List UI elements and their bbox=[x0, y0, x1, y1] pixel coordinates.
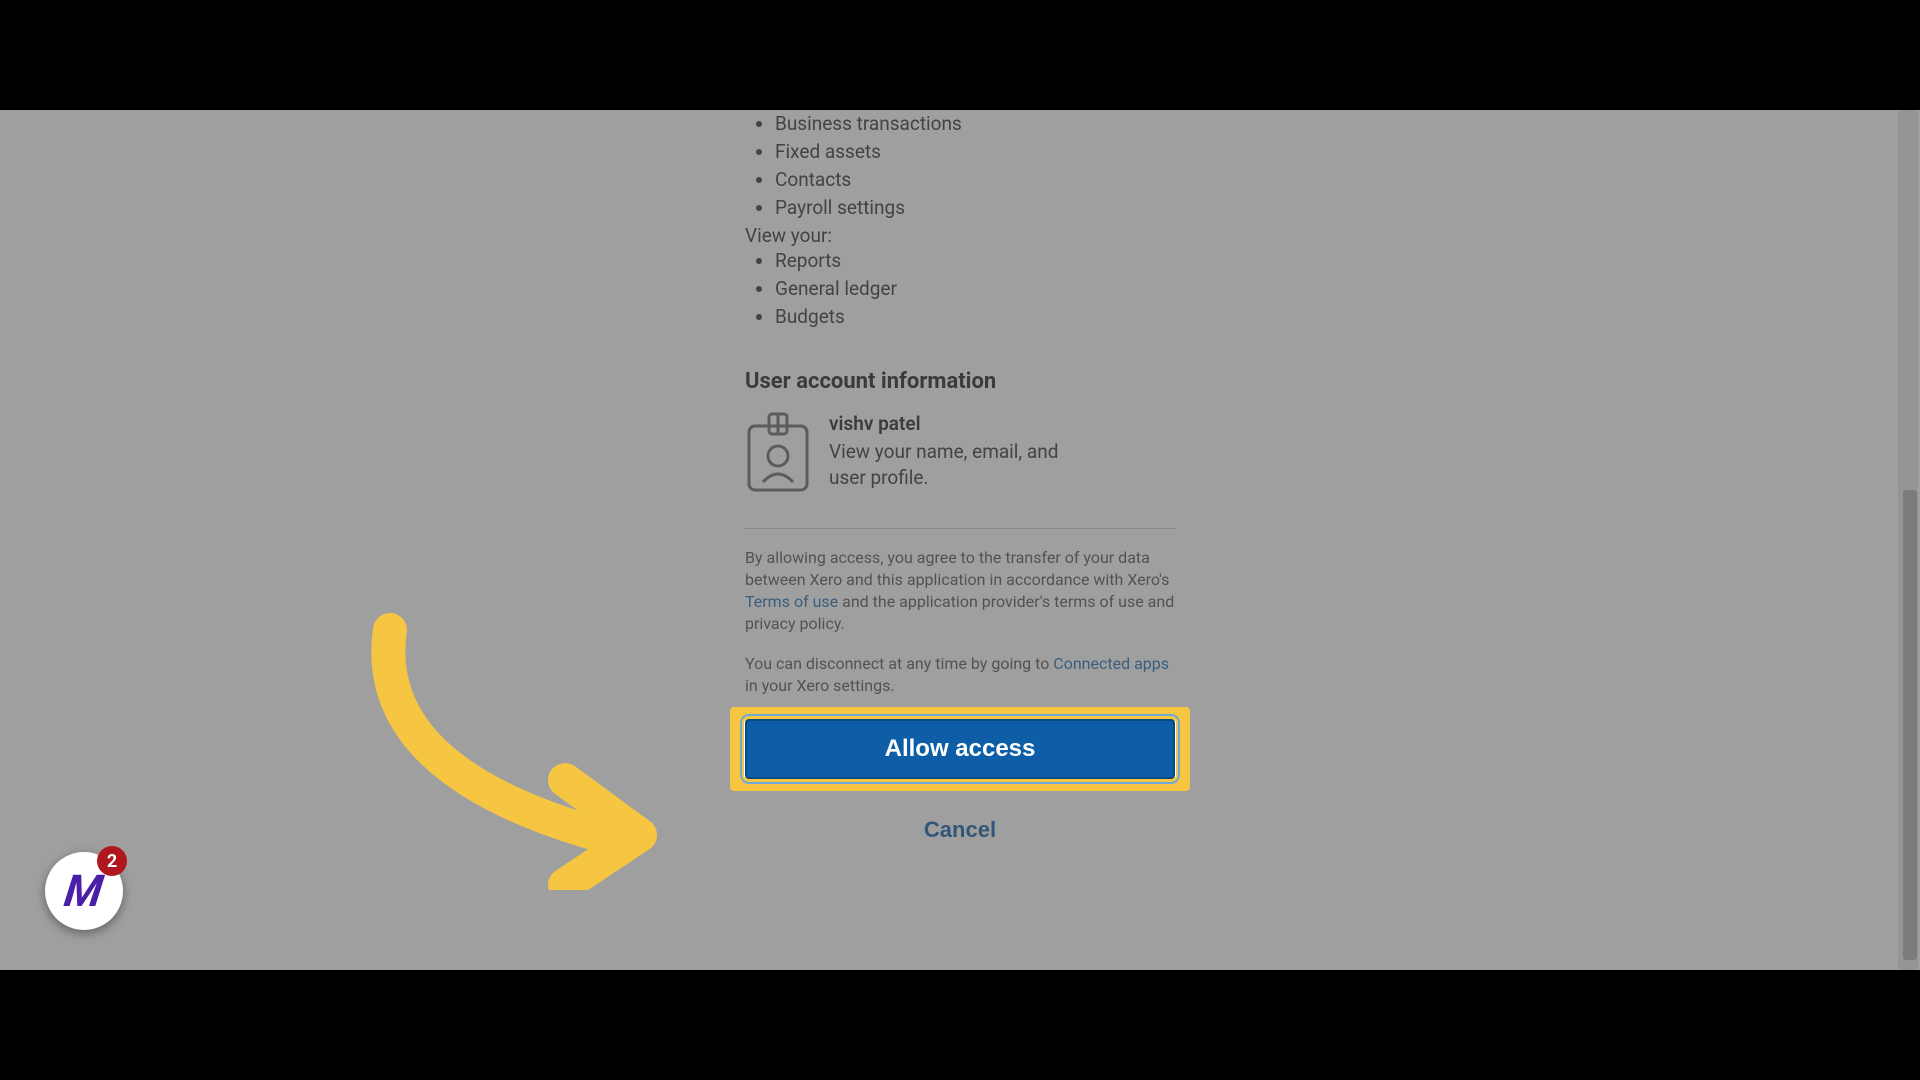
legal-prefix: By allowing access, you agree to the tra… bbox=[745, 548, 1169, 589]
terms-of-use-link[interactable]: Terms of use bbox=[745, 592, 838, 611]
consent-panel: Business transactions Fixed assets Conta… bbox=[745, 110, 1175, 963]
list-item: Business transactions bbox=[775, 110, 1175, 138]
list-item: Payroll settings bbox=[775, 194, 1175, 222]
view-label: View your: bbox=[745, 224, 1175, 247]
id-badge-icon bbox=[745, 412, 811, 498]
letterbox-bottom bbox=[0, 970, 1920, 1080]
edit-permissions-list: Business transactions Fixed assets Conta… bbox=[745, 110, 1175, 222]
allow-access-button[interactable]: Allow access bbox=[745, 719, 1175, 779]
app-viewport: Business transactions Fixed assets Conta… bbox=[0, 110, 1920, 970]
list-item: Budgets bbox=[775, 303, 1175, 331]
list-item: Reports bbox=[775, 247, 1175, 275]
content-scroll: Business transactions Fixed assets Conta… bbox=[0, 110, 1920, 970]
list-item: Fixed assets bbox=[775, 138, 1175, 166]
floating-action-button[interactable]: M 2 bbox=[45, 852, 123, 930]
legal-text: By allowing access, you agree to the tra… bbox=[745, 547, 1175, 635]
divider bbox=[745, 528, 1175, 529]
list-item: Contacts bbox=[775, 166, 1175, 194]
notification-badge: 2 bbox=[97, 846, 127, 876]
user-info-heading: User account information bbox=[745, 369, 1175, 394]
user-info-row: vishv patel View your name, email, and u… bbox=[745, 412, 1175, 498]
disconnect-suffix: in your Xero settings. bbox=[745, 676, 895, 695]
disconnect-prefix: You can disconnect at any time by going … bbox=[745, 654, 1053, 673]
scrollbar-thumb[interactable] bbox=[1903, 490, 1917, 960]
user-description: View your name, email, and user profile. bbox=[829, 439, 1089, 491]
list-item: General ledger bbox=[775, 275, 1175, 303]
user-name: vishv patel bbox=[829, 412, 1089, 435]
disconnect-text: You can disconnect at any time by going … bbox=[745, 653, 1175, 697]
app-logo-icon: M bbox=[62, 865, 107, 917]
cancel-button[interactable]: Cancel bbox=[745, 817, 1175, 843]
connected-apps-link[interactable]: Connected apps bbox=[1053, 654, 1169, 673]
view-permissions-list: Reports General ledger Budgets bbox=[745, 247, 1175, 331]
letterbox-top bbox=[0, 0, 1920, 110]
allow-button-wrap: Allow access bbox=[745, 719, 1175, 779]
